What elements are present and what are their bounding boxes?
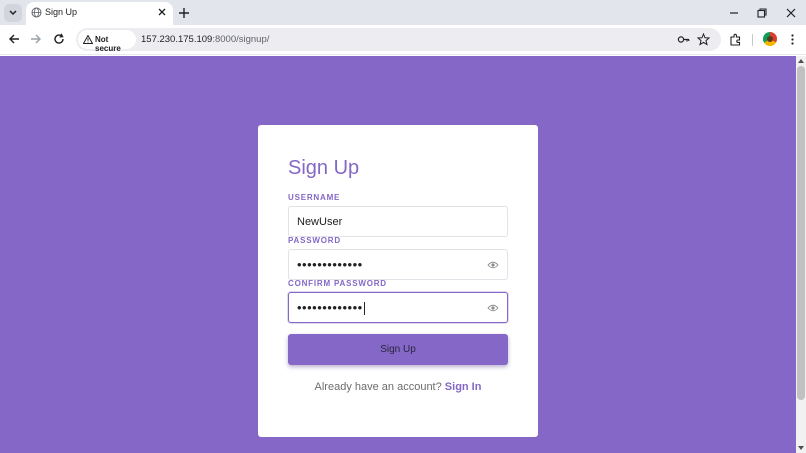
sign-up-button-label: Sign Up — [380, 344, 416, 355]
signin-prompt: Already have an account? Sign In — [258, 381, 538, 393]
url-text[interactable]: 157.230.175.109:8000/signup/ — [141, 34, 269, 45]
username-value: NewUser — [297, 216, 343, 228]
plus-icon[interactable] — [177, 6, 191, 20]
password-label: PASSWORD — [288, 236, 341, 245]
eye-icon[interactable] — [487, 303, 499, 313]
kebab-menu-icon[interactable] — [786, 33, 799, 46]
browser-toolbar: Not secure 157.230.175.109:8000/signup/ — [0, 25, 806, 55]
scroll-thumb[interactable] — [797, 66, 805, 400]
sign-up-button[interactable]: Sign Up — [288, 334, 508, 365]
key-icon[interactable] — [677, 33, 690, 46]
tab-strip: Sign Up — [0, 0, 806, 25]
tab-sign-up[interactable]: Sign Up — [26, 2, 173, 25]
signup-card: Sign Up USERNAME NewUser PASSWORD ••••••… — [258, 125, 538, 437]
username-label: USERNAME — [288, 193, 341, 202]
minimize-icon[interactable] — [727, 6, 741, 20]
puzzle-icon[interactable] — [729, 33, 742, 46]
confirm-password-input[interactable]: ••••••••••••• — [288, 292, 508, 323]
close-icon[interactable] — [156, 6, 168, 18]
password-input[interactable]: ••••••••••••• — [288, 249, 508, 280]
arrow-right-icon[interactable] — [29, 32, 43, 46]
confirm-password-value: ••••••••••••• — [297, 300, 365, 316]
scroll-up-arrow[interactable] — [798, 59, 804, 63]
warning-icon — [83, 35, 93, 44]
eye-icon[interactable] — [487, 260, 499, 270]
url-host: 157.230.175.109 — [141, 34, 213, 45]
confirm-password-label: CONFIRM PASSWORD — [288, 279, 387, 288]
close-window-icon[interactable] — [784, 6, 798, 20]
address-bar[interactable]: Not secure 157.230.175.109:8000/signup/ — [76, 28, 721, 53]
security-chip[interactable]: Not secure — [78, 30, 136, 53]
page-scrollbar[interactable] — [796, 56, 806, 453]
url-path: :8000/signup/ — [212, 34, 270, 45]
star-icon[interactable] — [697, 33, 710, 46]
signin-prompt-text: Already have an account? — [314, 381, 442, 393]
tab-search-button[interactable] — [4, 4, 22, 22]
globe-icon — [31, 7, 42, 18]
sign-in-link[interactable]: Sign In — [445, 381, 482, 393]
security-label: Not secure — [95, 35, 121, 53]
password-value: ••••••••••••• — [297, 257, 363, 272]
tab-title: Sign Up — [45, 7, 78, 17]
scroll-down-arrow[interactable] — [798, 446, 804, 450]
confirm-password-dots: ••••••••••••• — [297, 300, 363, 315]
reload-icon[interactable] — [52, 32, 66, 46]
text-caret — [363, 302, 365, 316]
arrow-left-icon[interactable] — [7, 32, 21, 46]
page-viewport: Sign Up USERNAME NewUser PASSWORD ••••••… — [0, 56, 796, 453]
chevron-down-icon — [9, 10, 17, 16]
restore-icon[interactable] — [755, 6, 769, 20]
form-title: Sign Up — [288, 157, 360, 179]
username-input[interactable]: NewUser — [288, 206, 508, 237]
toolbar-separator — [752, 34, 753, 46]
profile-avatar[interactable] — [763, 32, 777, 46]
